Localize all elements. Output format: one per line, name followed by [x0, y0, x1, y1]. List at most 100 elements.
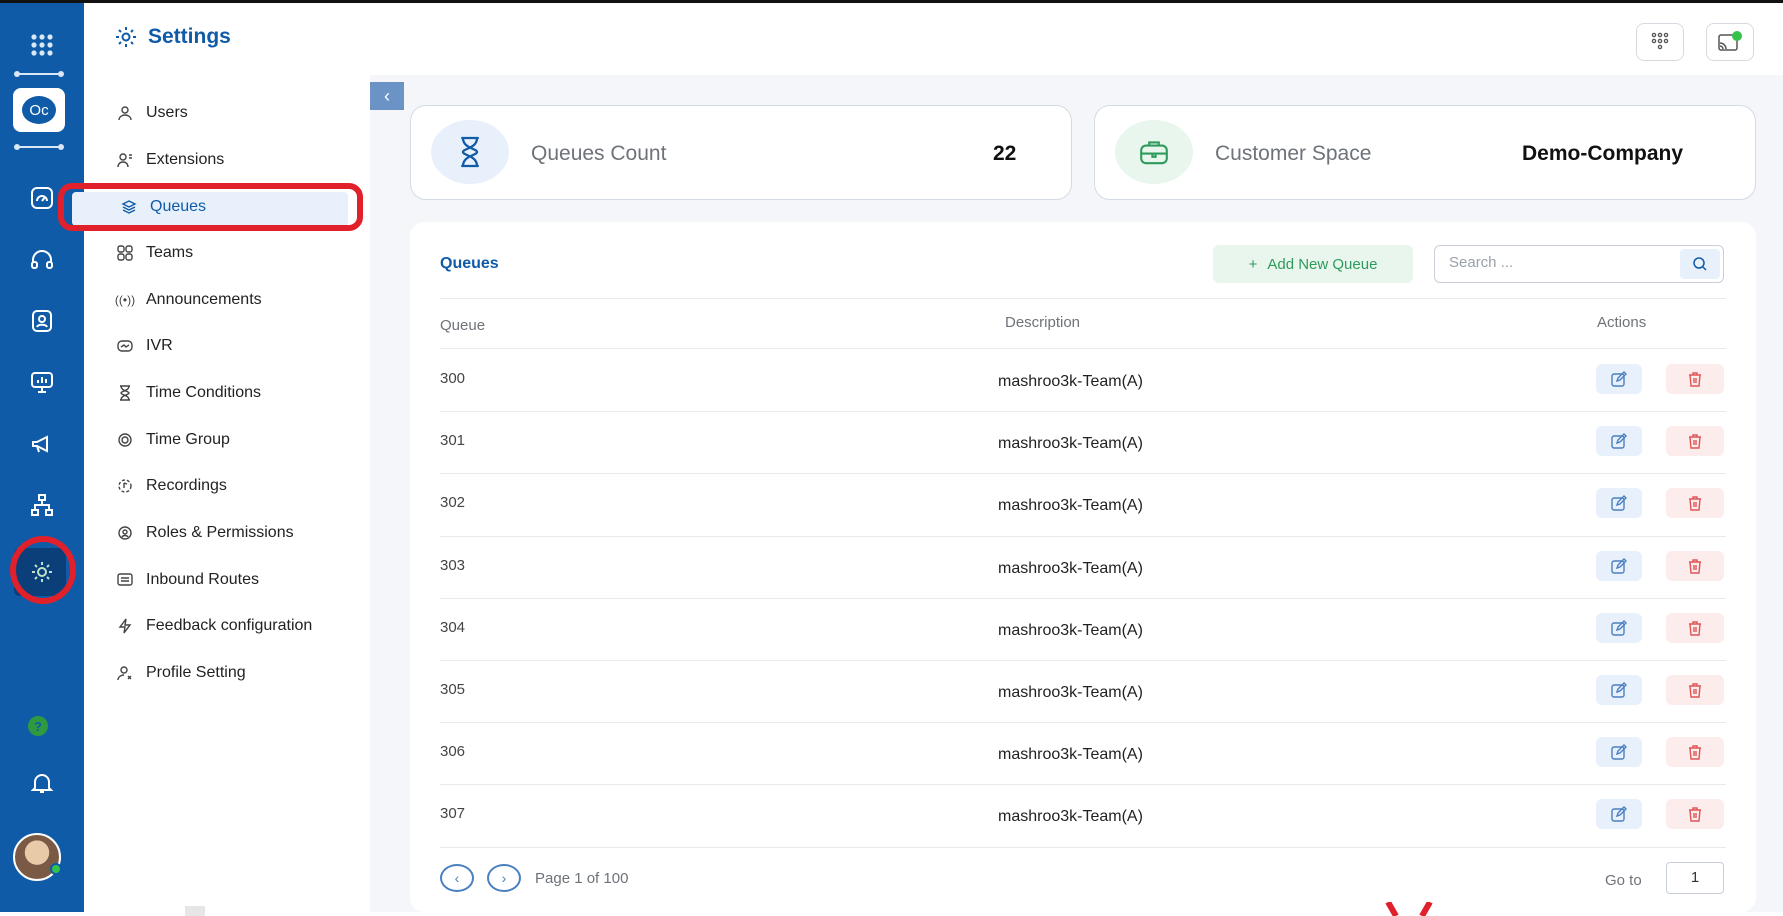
left-rail: ? — [0, 3, 84, 912]
queue-number: 301 — [440, 432, 466, 450]
edit-icon — [1611, 744, 1627, 760]
table-row: 307 mashroo3k-Team(A) — [440, 785, 1726, 847]
table-row: 300 mashroo3k-Team(A) — [440, 350, 1726, 412]
sidebar-item-time-conditions[interactable]: Time Conditions — [116, 378, 261, 408]
delete-button[interactable] — [1666, 737, 1724, 768]
edit-button[interactable] — [1596, 675, 1642, 705]
sidebar-item-label: Extensions — [146, 151, 225, 168]
sidebar-item-inbound-routes[interactable]: Inbound Routes — [116, 565, 259, 595]
delete-button[interactable] — [1666, 675, 1724, 705]
notifications-bell-icon[interactable] — [16, 761, 68, 805]
queue-description: mashroo3k-Team(A) — [998, 373, 1143, 390]
next-page-button[interactable]: › — [487, 864, 521, 892]
add-new-queue-button[interactable]: + Add New Queue — [1213, 245, 1413, 283]
edit-button[interactable] — [1596, 488, 1642, 519]
page-title: Settings — [114, 25, 231, 49]
divider — [440, 348, 1726, 349]
add-new-queue-label: Add New Queue — [1267, 255, 1378, 273]
edit-button[interactable] — [1596, 737, 1642, 768]
app-grid-logo-icon[interactable] — [16, 23, 68, 67]
help-icon[interactable]: ? — [28, 716, 48, 736]
highlight-rect-queues — [58, 183, 363, 231]
feedback-icon — [116, 617, 134, 635]
top-header: Settings — [84, 3, 1783, 75]
headset-icon[interactable] — [16, 237, 68, 281]
edit-button[interactable] — [1596, 426, 1642, 457]
sidebar-item-profile-setting[interactable]: Profile Setting — [116, 658, 246, 688]
delete-button[interactable] — [1666, 364, 1724, 394]
sidebar-item-time-group[interactable]: Time Group — [116, 425, 230, 455]
sidebar-item-roles-permissions[interactable]: Roles & Permissions — [116, 518, 294, 548]
user-icon — [116, 104, 134, 122]
roles-icon — [116, 524, 134, 542]
collapse-sidebar-button[interactable]: ‹ — [370, 82, 404, 110]
goto-page-input[interactable]: 1 — [1666, 862, 1724, 894]
queue-description: mashroo3k-Team(A) — [998, 808, 1143, 826]
dialpad-button[interactable] — [1636, 23, 1684, 61]
queue-description: mashroo3k-Team(A) — [998, 497, 1143, 515]
delete-button[interactable] — [1666, 799, 1724, 830]
settings-cog-icon — [116, 27, 136, 47]
sidebar-item-label: IVR — [146, 337, 173, 354]
panel-title: Queues — [440, 255, 499, 272]
trash-icon — [1689, 621, 1701, 636]
delete-button[interactable] — [1666, 550, 1724, 581]
chevron-left-icon: ‹ — [384, 85, 390, 106]
column-header-actions: Actions — [1597, 314, 1647, 331]
table-row: 301 mashroo3k-Team(A) — [440, 412, 1726, 474]
broadcast-icon: ((•)) — [114, 293, 136, 307]
trash-icon — [1689, 434, 1701, 449]
edit-button[interactable] — [1596, 799, 1642, 830]
workspace-logo[interactable]: Oc — [13, 88, 65, 132]
sidebar-item-users[interactable]: Users — [116, 98, 188, 128]
delete-button[interactable] — [1666, 612, 1724, 643]
dialpad-icon — [1651, 32, 1669, 50]
edit-button[interactable] — [1596, 364, 1642, 394]
queue-description: mashroo3k-Team(A) — [998, 684, 1143, 701]
sidebar-item-ivr[interactable]: IVR — [116, 331, 173, 361]
contacts-icon[interactable] — [16, 299, 68, 343]
sidebar-item-teams[interactable]: Teams — [116, 238, 193, 268]
sidebar-item-announcements[interactable]: ((•)) Announcements — [114, 285, 262, 315]
edit-icon — [1611, 682, 1627, 698]
search-button[interactable] — [1680, 249, 1720, 279]
trash-icon — [1689, 807, 1701, 823]
campaign-icon[interactable] — [16, 422, 68, 466]
queues-count-label: Queues Count — [531, 142, 667, 165]
search-input[interactable] — [1449, 254, 1669, 271]
edit-icon — [1611, 433, 1627, 449]
column-header-queue: Queue — [440, 317, 486, 334]
table-row: 306 mashroo3k-Team(A) — [440, 723, 1726, 785]
trash-icon — [1689, 683, 1701, 698]
sidebar-item-label: Teams — [146, 244, 194, 261]
goto-label: Go to — [1605, 872, 1642, 889]
connection-status-icon — [1718, 31, 1742, 51]
sidebar-item-label: Feedback configuration — [146, 617, 313, 634]
profile-setting-icon — [116, 664, 134, 682]
reports-icon[interactable] — [16, 360, 68, 404]
queue-number: 300 — [440, 370, 466, 387]
sidebar-item-label: Announcements — [146, 291, 262, 308]
sidebar-item-extensions[interactable]: Extensions — [116, 145, 224, 175]
sidebar-item-label: Users — [146, 104, 188, 121]
rail-divider — [14, 144, 64, 150]
queue-number: 304 — [440, 618, 466, 636]
edit-button[interactable] — [1596, 550, 1642, 581]
delete-button[interactable] — [1666, 488, 1724, 519]
table-row: 303 mashroo3k-Team(A) — [440, 537, 1726, 599]
queues-count-value: 22 — [993, 142, 1017, 165]
connection-status-button[interactable] — [1706, 23, 1754, 61]
customer-space-label: Customer Space — [1215, 142, 1372, 165]
edit-button[interactable] — [1596, 612, 1642, 643]
delete-button[interactable] — [1666, 426, 1724, 457]
recordings-icon — [116, 477, 134, 495]
customer-space-card: Customer Space Demo-Company — [1094, 105, 1756, 200]
sidebar-item-feedback-configuration[interactable]: Feedback configuration — [116, 611, 312, 641]
table-row: 304 mashroo3k-Team(A) — [440, 599, 1726, 661]
plus-icon: + — [1248, 255, 1258, 273]
grid-icon — [116, 244, 134, 262]
prev-page-button[interactable]: ‹ — [440, 864, 474, 892]
sidebar-item-label: Time Group — [146, 431, 230, 448]
sidebar-item-recordings[interactable]: Recordings — [116, 471, 227, 501]
org-chart-icon[interactable] — [16, 483, 68, 527]
